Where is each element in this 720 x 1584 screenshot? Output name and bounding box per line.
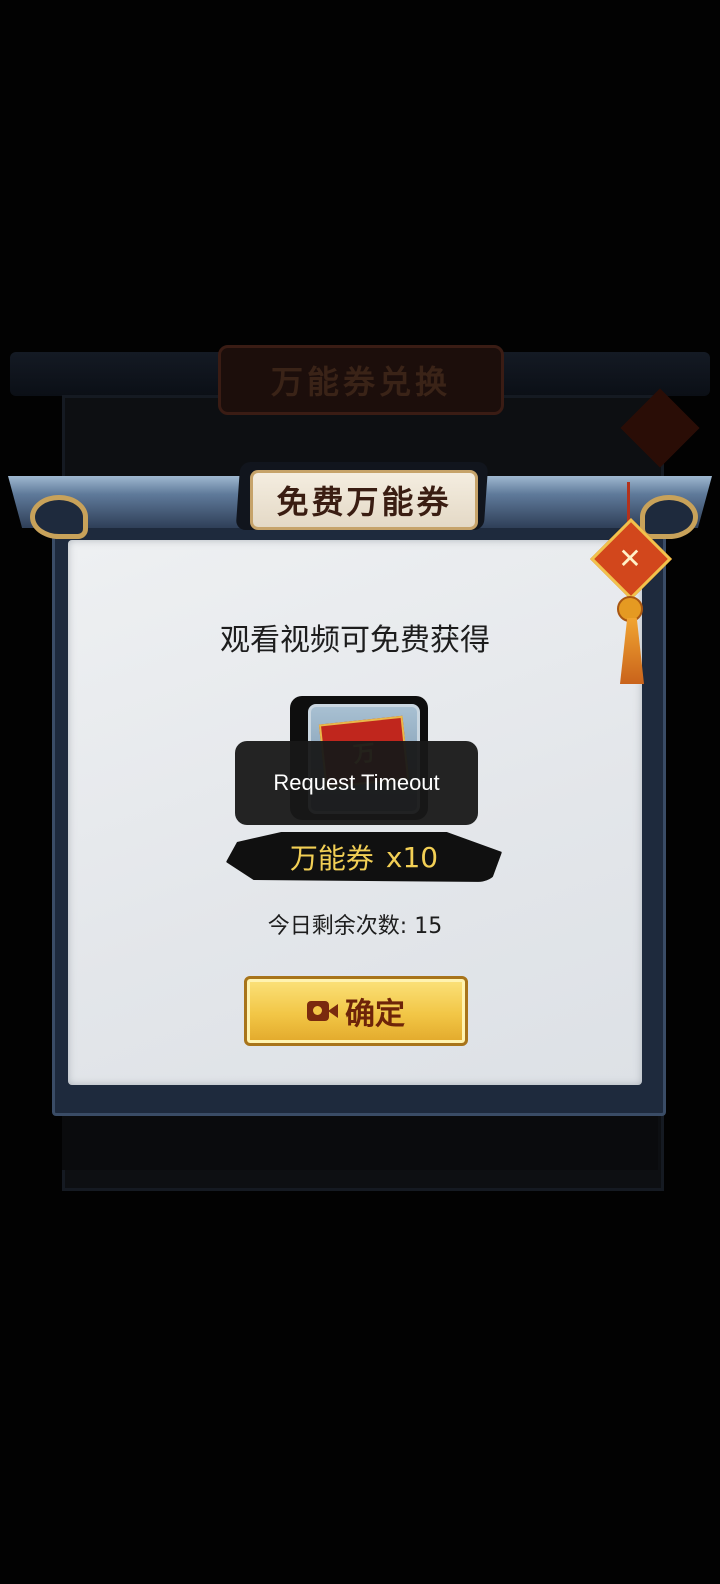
dialog-title: 免费万能券: [276, 483, 452, 521]
confirm-button[interactable]: 确定: [244, 976, 468, 1046]
dialog-subtitle: 观看视频可免费获得: [220, 623, 490, 658]
background-title-plaque: 万能券兑换: [218, 345, 504, 415]
remaining-count: 今日剩余次数: 15: [267, 914, 443, 939]
reward-quantity: x10: [385, 840, 439, 874]
video-camera-icon: [307, 999, 339, 1023]
background-panel-bottom: [62, 1110, 658, 1170]
reward-name: 万能券: [289, 842, 374, 875]
confirm-label: 确定: [345, 997, 405, 1032]
toast: Request Timeout: [235, 741, 478, 825]
roof-ornament-left: [30, 495, 88, 539]
title-plaque: 免费万能券: [250, 470, 478, 530]
crossed-tools-icon[interactable]: ✕: [612, 540, 648, 576]
game-screen: 万能券兑换 免费万能券 ✕ 观看视频可免费获得 万 万能券 x10 今日剩余次数…: [0, 0, 720, 1584]
toast-message: Request Timeout: [273, 770, 440, 795]
reward-label: 万能券 x10: [226, 832, 502, 882]
background-title: 万能券兑换: [270, 363, 451, 401]
roof-ornament-right: [640, 495, 698, 539]
